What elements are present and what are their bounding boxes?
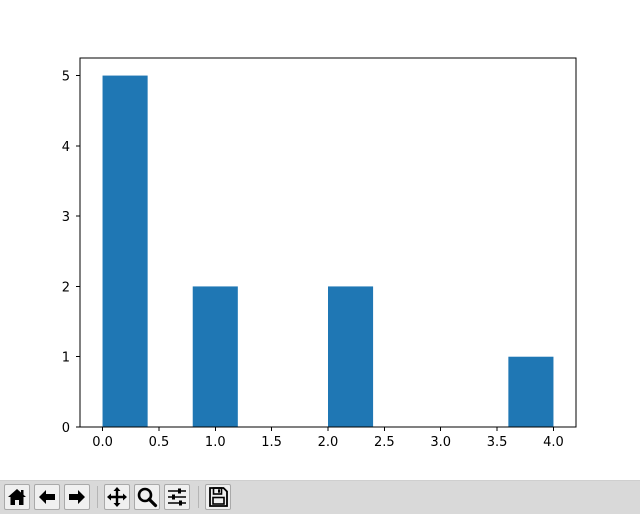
histogram-bar [508, 356, 554, 427]
x-tick-label: 3.5 [487, 435, 508, 450]
pan-button[interactable] [104, 484, 130, 510]
x-tick-label: 0.5 [149, 435, 170, 450]
forward-arrow-icon [69, 490, 85, 504]
histogram-bar [102, 75, 148, 428]
y-tick-label: 4 [62, 140, 70, 155]
y-tick-label: 3 [62, 210, 70, 225]
navigation-toolbar [0, 480, 640, 514]
bars-layer [102, 75, 554, 428]
y-tick-label: 5 [62, 70, 70, 85]
save-button[interactable] [205, 484, 231, 510]
histogram-chart: 0.0 0.5 1.0 1.5 2.0 2.5 3.0 3.5 4.0 0 1 2 3 4 5 [62, 57, 577, 450]
forward-button[interactable] [64, 484, 90, 510]
matplotlib-window: 0.0 0.5 1.0 1.5 2.0 2.5 3.0 3.5 4.0 0 1 2 3 4 5 [0, 0, 640, 514]
histogram-bar [192, 286, 238, 427]
y-tick-label: 2 [62, 280, 70, 295]
x-tick-label: 0.0 [92, 435, 113, 450]
x-tick-label: 2.5 [374, 435, 395, 450]
figure-canvas[interactable]: 0.0 0.5 1.0 1.5 2.0 2.5 3.0 3.5 4.0 0 1 2 3 4 5 [0, 0, 640, 480]
sliders-icon [168, 488, 186, 506]
home-icon [8, 489, 26, 505]
pan-move-icon [107, 487, 127, 507]
zoom-button[interactable] [134, 484, 160, 510]
x-tick-label: 3.0 [430, 435, 451, 450]
back-arrow-icon [39, 490, 55, 504]
x-tick-label: 1.5 [261, 435, 282, 450]
x-tick-label: 4.0 [543, 435, 564, 450]
home-button[interactable] [4, 484, 30, 510]
histogram-bar [328, 286, 374, 427]
y-tick-label: 0 [62, 421, 70, 436]
back-button[interactable] [34, 484, 60, 510]
subplots-button[interactable] [164, 484, 190, 510]
toolbar-separator [97, 486, 98, 508]
x-tick-label: 1.0 [205, 435, 226, 450]
y-tick-label: 1 [62, 351, 70, 366]
zoom-magnifier-icon [137, 487, 158, 508]
x-tick-label: 2.0 [318, 435, 339, 450]
save-floppy-icon [209, 487, 228, 507]
toolbar-separator [198, 486, 199, 508]
